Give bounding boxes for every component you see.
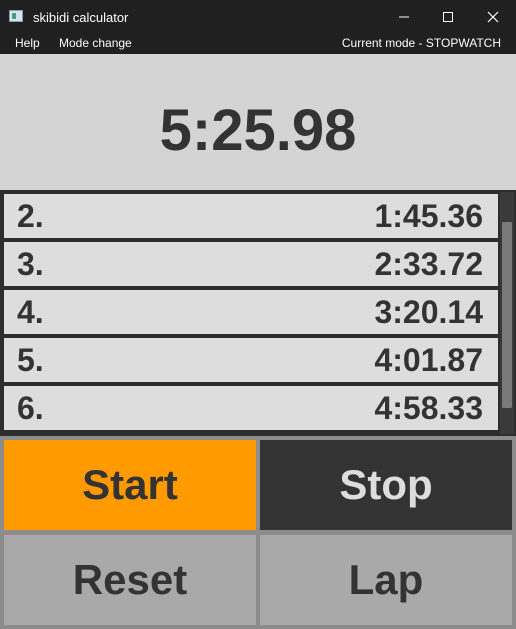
menu-mode-change[interactable]: Mode change bbox=[59, 36, 132, 50]
lap-row: 4. 3:20.14 bbox=[4, 290, 498, 334]
menu-bar: Help Mode change Current mode - STOPWATC… bbox=[0, 34, 516, 54]
minimize-button[interactable] bbox=[381, 0, 427, 34]
lap-time: 2:33.72 bbox=[374, 246, 483, 282]
lap-scrollbar-thumb[interactable] bbox=[502, 222, 512, 408]
lap-row: 3. 2:33.72 bbox=[4, 242, 498, 286]
lap-time: 4:58.33 bbox=[374, 390, 483, 426]
lap-number: 3. bbox=[17, 246, 44, 282]
lap-number: 5. bbox=[17, 342, 44, 378]
control-buttons: Start Stop Reset Lap bbox=[0, 436, 516, 629]
close-icon bbox=[487, 11, 499, 23]
lap-row: 6. 4:58.33 bbox=[4, 386, 498, 430]
lap-row: 5. 4:01.87 bbox=[4, 338, 498, 382]
lap-list: 2. 1:45.36 3. 2:33.72 4. 3:20.14 5. 4:01… bbox=[0, 190, 516, 436]
time-display: 5:25.98 bbox=[0, 54, 516, 190]
lap-time: 3:20.14 bbox=[374, 294, 483, 330]
lap-number: 6. bbox=[17, 390, 44, 426]
start-button[interactable]: Start bbox=[4, 440, 256, 530]
lap-row: 2. 1:45.36 bbox=[4, 194, 498, 238]
maximize-button[interactable] bbox=[425, 0, 471, 34]
lap-number: 4. bbox=[17, 294, 44, 330]
window-title: skibidi calculator bbox=[33, 10, 129, 25]
elapsed-time: 5:25.98 bbox=[159, 97, 357, 163]
menu-help[interactable]: Help bbox=[15, 36, 40, 50]
reset-button[interactable]: Reset bbox=[4, 535, 256, 625]
app-icon bbox=[9, 10, 23, 22]
lap-time: 4:01.87 bbox=[374, 342, 483, 378]
stop-button[interactable]: Stop bbox=[260, 440, 512, 530]
mode-status: Current mode - STOPWATCH bbox=[341, 36, 501, 50]
title-bar: skibidi calculator bbox=[0, 0, 516, 34]
maximize-icon bbox=[443, 12, 453, 22]
close-button[interactable] bbox=[470, 0, 516, 34]
lap-button[interactable]: Lap bbox=[260, 535, 512, 625]
lap-time: 1:45.36 bbox=[374, 198, 483, 234]
lap-number: 2. bbox=[17, 198, 44, 234]
minimize-icon bbox=[399, 16, 409, 18]
